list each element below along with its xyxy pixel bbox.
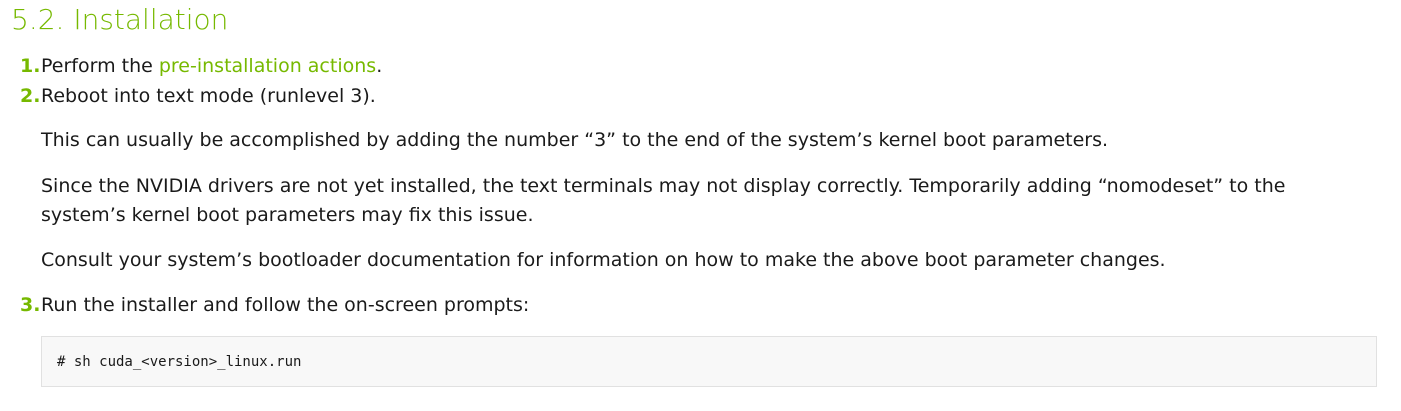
step-number: 3. — [20, 294, 41, 316]
installation-section: 5.2. Installation 1.Perform the pre-inst… — [0, 0, 1401, 411]
step-number: 1. — [20, 55, 41, 77]
step-2-paragraph-3: Consult your system’s bootloader documen… — [41, 249, 1166, 271]
step-2: 2.Reboot into text mode (runlevel 3). — [20, 82, 376, 110]
step-number: 2. — [20, 85, 41, 107]
step-text-end: . — [376, 55, 383, 77]
step-2-paragraph-2: Since the NVIDIA drivers are not yet ins… — [41, 175, 1286, 226]
install-command[interactable]: # sh cuda_<version>_linux.run — [57, 337, 1361, 388]
step-2-paragraph-1: This can usually be accomplished by addi… — [41, 129, 1109, 151]
step-1: 1.Perform the pre-installation actions. — [20, 52, 382, 80]
step-text: Run the installer and follow the on-scre… — [41, 294, 530, 316]
code-block: # sh cuda_<version>_linux.run — [41, 336, 1377, 387]
step-text: Reboot into text mode (runlevel 3). — [41, 85, 376, 107]
pre-installation-actions-link[interactable]: pre-installation actions — [159, 55, 376, 77]
step-text: Perform the — [41, 55, 159, 77]
step-3: 3.Run the installer and follow the on-sc… — [20, 291, 529, 319]
section-title: 5.2. Installation — [11, 3, 229, 36]
